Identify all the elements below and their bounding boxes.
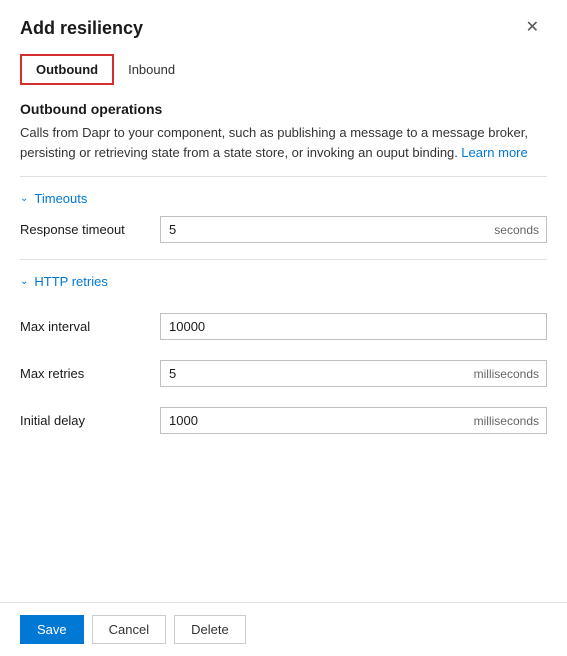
- dialog-header: Add resiliency ✕: [0, 0, 567, 50]
- http-retries-chevron-icon: ⌄: [20, 276, 28, 287]
- http-retries-section-header[interactable]: ⌄ HTTP retries: [20, 268, 108, 295]
- learn-more-link[interactable]: Learn more: [461, 145, 527, 160]
- response-timeout-input-wrapper: seconds: [160, 216, 547, 243]
- response-timeout-row: Response timeout seconds: [20, 212, 547, 247]
- http-retries-label: HTTP retries: [34, 274, 107, 289]
- divider-2: [20, 259, 547, 260]
- close-button[interactable]: ✕: [518, 16, 547, 40]
- section-description: Calls from Dapr to your component, such …: [20, 123, 547, 162]
- divider-1: [20, 176, 547, 177]
- response-timeout-label: Response timeout: [20, 222, 160, 237]
- initial-delay-row: Initial delay milliseconds: [20, 403, 547, 438]
- initial-delay-label: Initial delay: [20, 413, 160, 428]
- max-interval-input-wrapper: [160, 313, 547, 340]
- add-resiliency-dialog: Add resiliency ✕ Outbound Inbound Outbou…: [0, 0, 567, 656]
- max-interval-row: Max interval: [20, 309, 547, 344]
- delete-button[interactable]: Delete: [174, 615, 246, 644]
- initial-delay-input[interactable]: [160, 407, 547, 434]
- timeouts-section-header[interactable]: ⌄ Timeouts: [20, 185, 87, 212]
- tab-inbound[interactable]: Inbound: [114, 54, 189, 85]
- timeouts-label: Timeouts: [34, 191, 87, 206]
- max-retries-row: Max retries milliseconds: [20, 356, 547, 391]
- section-title: Outbound operations: [20, 101, 547, 117]
- initial-delay-input-wrapper: milliseconds: [160, 407, 547, 434]
- save-button[interactable]: Save: [20, 615, 84, 644]
- cancel-button[interactable]: Cancel: [92, 615, 166, 644]
- section-description-text: Calls from Dapr to your component, such …: [20, 125, 528, 160]
- max-retries-input[interactable]: [160, 360, 547, 387]
- dialog-footer: Save Cancel Delete: [0, 602, 567, 656]
- max-interval-input[interactable]: [160, 313, 547, 340]
- tabs-container: Outbound Inbound: [0, 50, 567, 85]
- max-interval-label: Max interval: [20, 319, 160, 334]
- max-retries-label: Max retries: [20, 366, 160, 381]
- tab-outbound[interactable]: Outbound: [20, 54, 114, 85]
- timeouts-chevron-icon: ⌄: [20, 193, 28, 204]
- dialog-title: Add resiliency: [20, 18, 143, 39]
- response-timeout-input[interactable]: [160, 216, 547, 243]
- max-retries-input-wrapper: milliseconds: [160, 360, 547, 387]
- dialog-body: Outbound operations Calls from Dapr to y…: [0, 85, 567, 602]
